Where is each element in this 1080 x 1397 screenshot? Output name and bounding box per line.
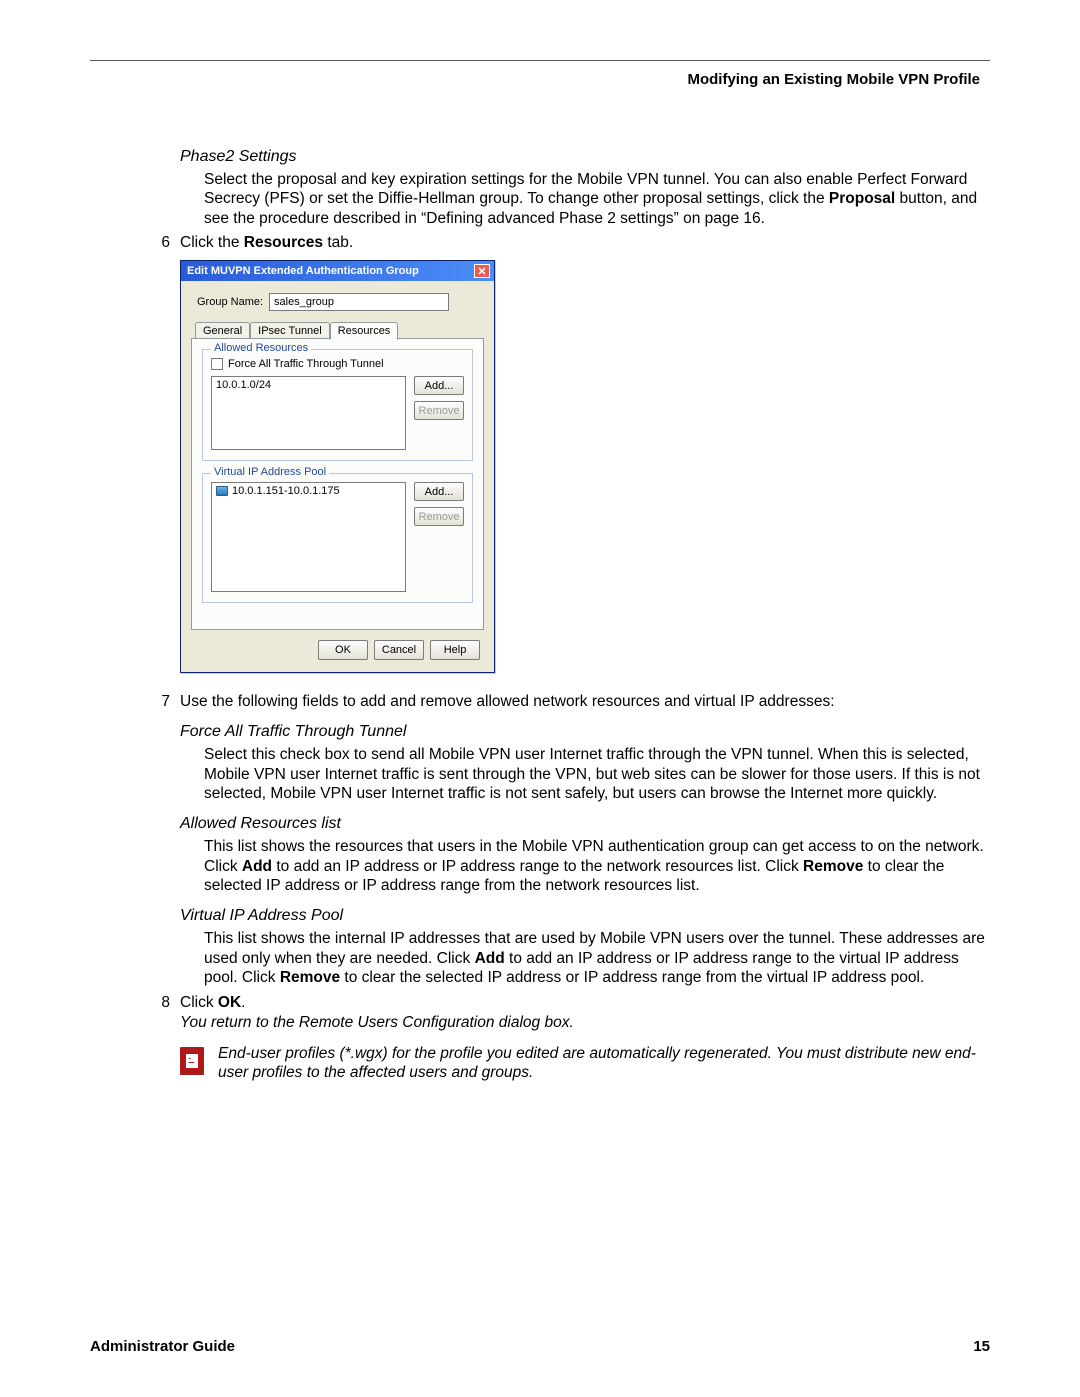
ok-button[interactable]: OK [318,640,368,660]
tab-general[interactable]: General [195,322,250,339]
footer-left: Administrator Guide [90,1338,235,1355]
edit-muvpn-dialog: Edit MUVPN Extended Authentication Group… [180,260,495,673]
force-tunnel-heading: Force All Traffic Through Tunnel [180,723,990,741]
allowed-list-add-bold: Add [242,858,272,875]
step-8-after: You return to the Remote Users Configura… [180,1014,990,1032]
help-button[interactable]: Help [430,640,480,660]
cancel-button[interactable]: Cancel [374,640,424,660]
step-8-text: Click OK. You return to the Remote Users… [180,994,990,1032]
virtual-ip-pool-list[interactable]: 10.0.1.151-10.0.1.175 [211,482,406,592]
dialog-title: Edit MUVPN Extended Authentication Group [187,265,419,277]
step-7-text: Use the following fields to add and remo… [180,693,990,711]
phase2-proposal-bold: Proposal [829,190,895,207]
tab-resources[interactable]: Resources [330,322,399,340]
step-8-prefix: Click [180,994,218,1011]
allowed-remove-button[interactable]: Remove [414,401,464,420]
step-6-suffix: tab. [323,234,353,251]
step-7-number: 7 [150,693,170,711]
header-breadcrumb: Modifying an Existing Mobile VPN Profile [90,71,990,88]
allowed-list-body: This list shows the resources that users… [180,837,990,895]
allowed-list-remove-bold: Remove [803,858,863,875]
step-8-number: 8 [150,994,170,1012]
step-8-bold: OK [218,994,241,1011]
virtual-ip-pool-fieldset: Virtual IP Address Pool 10.0.1.151-10.0.… [202,473,473,603]
vip-pool-add-bold: Add [475,950,505,967]
vip-pool-body: This list shows the internal IP addresse… [180,929,990,987]
tab-ipsec-tunnel[interactable]: IPsec Tunnel [250,322,330,339]
force-traffic-label: Force All Traffic Through Tunnel [228,358,384,370]
step-6-text: Click the Resources tab. [180,234,990,252]
force-tunnel-body: Select this check box to send all Mobile… [180,745,990,803]
note-icon [180,1047,204,1075]
group-name-label: Group Name: [197,296,263,308]
allowed-add-button[interactable]: Add... [414,376,464,395]
vip-pool-remove-bold: Remove [280,969,340,986]
force-traffic-checkbox[interactable] [211,358,223,370]
allowed-list-p2: to add an IP address or IP address range… [272,858,803,875]
virtual-ip-pool-legend: Virtual IP Address Pool [211,466,329,478]
allowed-resources-legend: Allowed Resources [211,342,311,354]
step-8-suffix: . [241,994,245,1011]
virtual-ip-pool-item-text: 10.0.1.151-10.0.1.175 [232,485,340,497]
page-number: 15 [973,1338,990,1355]
note-text: End-user profiles (*.wgx) for the profil… [218,1044,990,1083]
allowed-resources-fieldset: Allowed Resources Force All Traffic Thro… [202,349,473,461]
step-6-number: 6 [150,234,170,252]
pool-remove-button[interactable]: Remove [414,507,464,526]
group-name-input[interactable] [269,293,449,311]
allowed-resources-list[interactable]: 10.0.1.0/24 [211,376,406,450]
virtual-ip-pool-item[interactable]: 10.0.1.151-10.0.1.175 [216,485,401,497]
pool-add-button[interactable]: Add... [414,482,464,501]
phase2-body: Select the proposal and key expiration s… [180,170,990,228]
ip-range-icon [216,486,228,496]
allowed-list-heading: Allowed Resources list [180,815,990,833]
allowed-resources-item[interactable]: 10.0.1.0/24 [216,379,401,391]
step-6-bold: Resources [244,234,323,251]
close-icon[interactable]: ✕ [474,264,490,278]
phase2-heading: Phase2 Settings [180,148,990,166]
step-6-prefix: Click the [180,234,244,251]
vip-pool-heading: Virtual IP Address Pool [180,907,990,925]
vip-pool-p4: to clear the selected IP address or IP a… [340,969,924,986]
